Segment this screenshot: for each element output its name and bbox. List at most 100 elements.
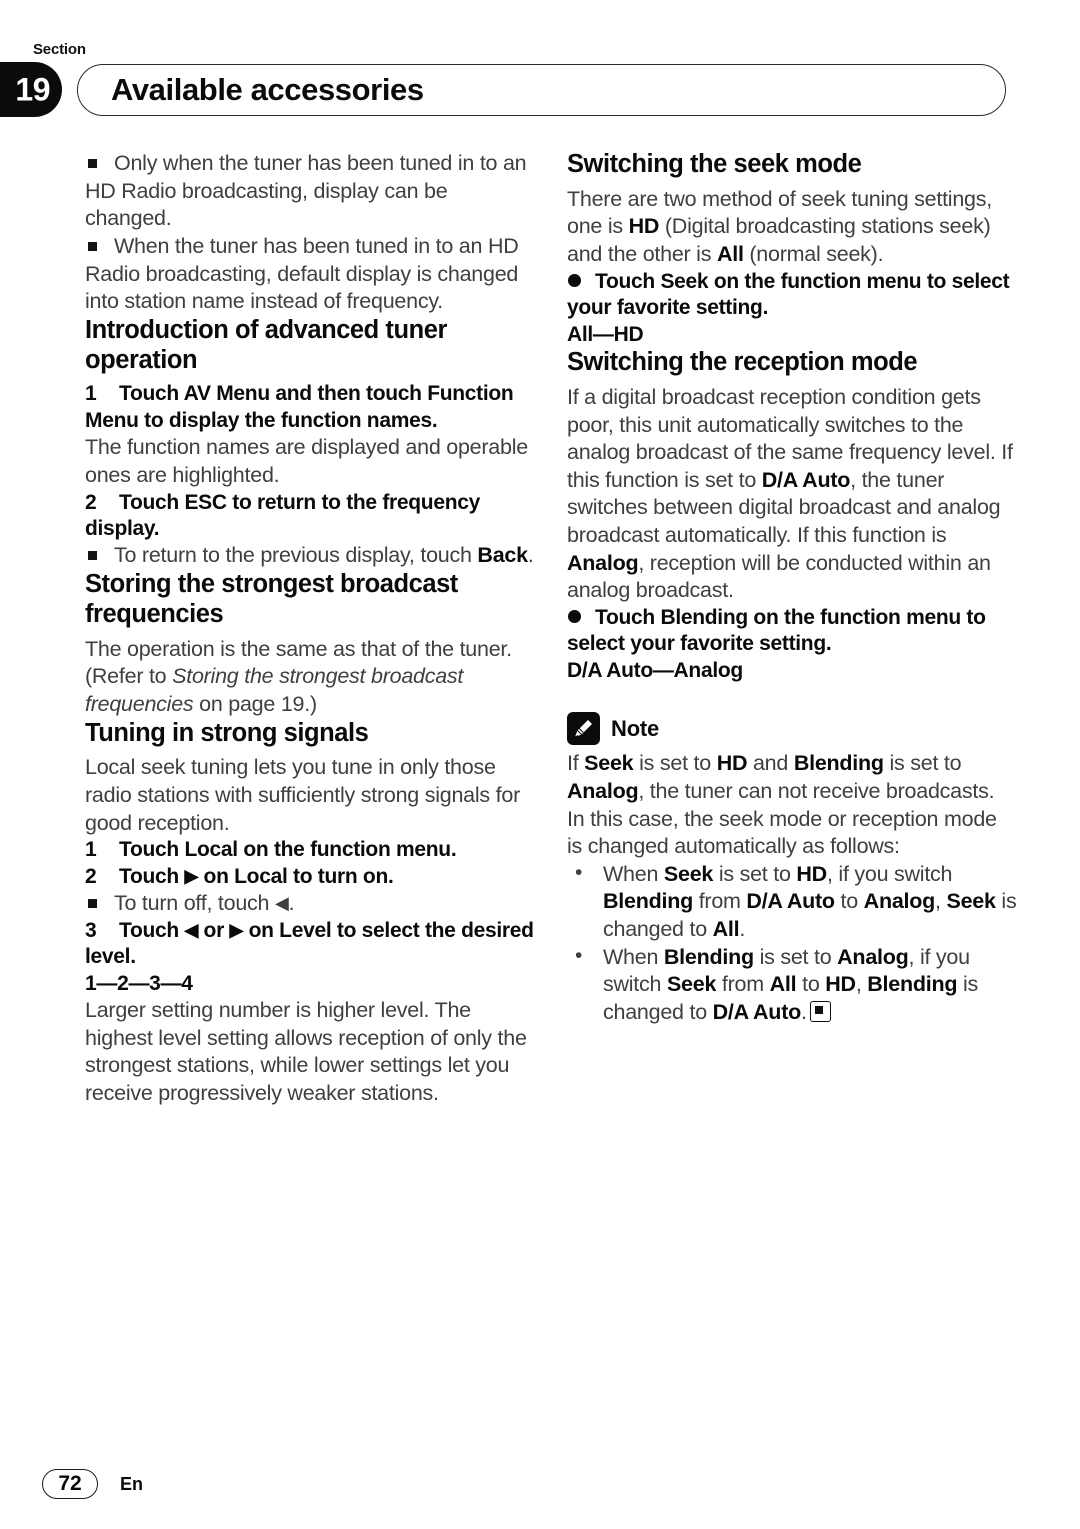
bullet-text: To return to the previous display, touch xyxy=(114,543,478,568)
b2-b5: HD xyxy=(825,972,856,997)
language-code: En xyxy=(120,1473,144,1494)
seek-body-3: (normal seek). xyxy=(743,242,884,267)
heading-tuning-strong-signals: Tuning in strong signals xyxy=(85,718,369,747)
step-text: Touch AV Menu and then touch Function Me… xyxy=(85,382,514,432)
list-item: Only when the tuner has been tuned in to… xyxy=(85,150,535,233)
b1-t5: to xyxy=(834,889,864,914)
note-bold-hd: HD xyxy=(716,751,748,776)
reception-body-bold-da: D/A Auto xyxy=(761,467,851,492)
chapter-title-pill: Available accessories xyxy=(77,64,1006,116)
b2-t4: from xyxy=(716,972,770,997)
section-label: Section xyxy=(33,41,86,58)
b1-b5: Analog xyxy=(863,889,936,914)
b1-t8: . xyxy=(739,917,746,941)
note-bold-blending: Blending xyxy=(793,751,884,776)
step-text: Touch ESC to return to the frequency dis… xyxy=(85,490,480,541)
b2-t2: is set to xyxy=(753,944,838,969)
b1-b1: Seek xyxy=(663,861,714,886)
note-intro-3: and xyxy=(747,751,794,776)
step-text-pre: Touch xyxy=(119,918,185,942)
arrow-left-icon: ◀ xyxy=(184,919,199,940)
heading-advanced-tuner: Introduction of advanced tuner operation xyxy=(85,315,447,374)
square-bullet-icon xyxy=(88,159,97,168)
b2-b7: D/A Auto xyxy=(712,999,802,1024)
square-bullet-icon xyxy=(88,551,97,561)
level-description: Larger setting number is higher level. T… xyxy=(85,998,527,1106)
round-bullet-icon xyxy=(568,609,581,623)
page-number: 72 xyxy=(42,1469,98,1499)
step-number: 1 xyxy=(85,838,97,862)
section-number-badge: 19 xyxy=(0,62,62,117)
step-text: Touch Local on the function menu. xyxy=(119,838,457,862)
b1-b6: Seek xyxy=(946,889,996,914)
bullet-text-end: . xyxy=(288,891,295,916)
b1-b4: D/A Auto xyxy=(746,889,835,914)
step-number: 3 xyxy=(85,918,97,942)
blending-action-bullet: Touch Blending on the function menu to s… xyxy=(567,605,1017,658)
note-intro: If Seek is set to HD and Blending is set… xyxy=(567,750,1017,861)
list-item: To return to the previous display, touch… xyxy=(85,542,535,570)
bullet-text: When the tuner has been tuned in to an H… xyxy=(85,233,519,314)
bullet-text: Touch Seek on the function menu to selec… xyxy=(567,269,1010,320)
seek-options: All—HD xyxy=(567,322,644,346)
list-item: When the tuner has been tuned in to an H… xyxy=(85,233,535,316)
step-text-pre: Touch xyxy=(119,864,185,888)
tuning-step-1: 1 Touch Local on the function menu. xyxy=(85,837,535,863)
b1-b2: HD xyxy=(796,861,827,886)
b1-t1: When xyxy=(603,861,664,886)
seek-body-bold-hd: HD xyxy=(628,214,660,239)
note-intro-4: is set to xyxy=(883,751,962,776)
square-bullet-icon xyxy=(88,899,97,909)
step-number: 2 xyxy=(85,864,97,888)
blending-options: D/A Auto—Analog xyxy=(567,658,743,682)
b2-b1: Blending xyxy=(663,944,754,969)
list-item: To turn off, touch ◀. xyxy=(85,890,535,918)
storing-body: The operation is the same as that of the… xyxy=(85,636,535,719)
note-header: Note xyxy=(567,712,1017,746)
bullet-text-end: . xyxy=(527,543,534,568)
list-item: When Blending is set to Analog, if you s… xyxy=(567,943,1017,1027)
tuning-step-3: 3 Touch ◀ or ▶ on Level to select the des… xyxy=(85,918,535,971)
b2-t1: When xyxy=(603,944,664,969)
reception-body: If a digital broadcast reception conditi… xyxy=(567,384,1017,605)
b2-t5: to xyxy=(796,972,826,997)
b1-t2: is set to xyxy=(713,861,797,886)
note-bullet-list: When Seek is set to HD, if you switch Bl… xyxy=(567,860,1017,1027)
step-1: 1 Touch AV Menu and then touch Function M… xyxy=(85,381,535,434)
storing-body-post: on page 19.) xyxy=(193,692,317,716)
arrow-left-icon: ◀ xyxy=(274,893,289,914)
b1-t3: , if you switch xyxy=(826,861,953,886)
step-number: 2 xyxy=(85,490,97,514)
right-column: Switching the seek mode There are two me… xyxy=(567,150,1017,1027)
section-number: 19 xyxy=(15,71,50,107)
b2-b4: All xyxy=(769,972,797,997)
bullet-text: Only when the tuner has been tuned in to… xyxy=(85,151,527,231)
page-title: Available accessories xyxy=(111,72,424,107)
page-footer: 72 En xyxy=(42,1469,143,1499)
level-options: 1—2—3—4 xyxy=(85,971,193,995)
heading-storing-frequencies: Storing the strongest broadcast frequenc… xyxy=(85,570,458,628)
note-bold-seek: Seek xyxy=(584,751,634,776)
end-of-note-icon xyxy=(809,1000,831,1022)
note-label: Note xyxy=(611,715,660,741)
step-2: 2 Touch ESC to return to the frequency di… xyxy=(85,490,535,543)
arrow-right-icon: ▶ xyxy=(184,865,199,886)
page-header: Section 19 Available accessories xyxy=(0,0,1080,140)
b2-b6: Blending xyxy=(867,972,958,997)
round-bullet-icon xyxy=(568,273,581,287)
left-column: Only when the tuner has been tuned in to… xyxy=(85,150,535,1108)
seek-body-bold-all: All xyxy=(716,242,744,267)
tuning-step-2: 2 Touch ▶ on Local to turn on. xyxy=(85,864,535,890)
b1-t6: , xyxy=(935,889,947,914)
b1-b7: All xyxy=(712,917,740,941)
bullet-text: To turn off, touch xyxy=(114,891,275,916)
b1-t4: from xyxy=(692,889,747,914)
bullet-text: Touch Blending on the function menu to s… xyxy=(567,605,986,656)
step-text-post: on Local to turn on. xyxy=(198,864,394,888)
note-intro-2: is set to xyxy=(633,751,717,776)
b2-t6: , xyxy=(855,972,868,997)
note-intro-1: If xyxy=(567,751,585,776)
list-item: When Seek is set to HD, if you switch Bl… xyxy=(567,860,1017,944)
b1-b3: Blending xyxy=(603,889,693,914)
pencil-icon xyxy=(567,712,600,746)
